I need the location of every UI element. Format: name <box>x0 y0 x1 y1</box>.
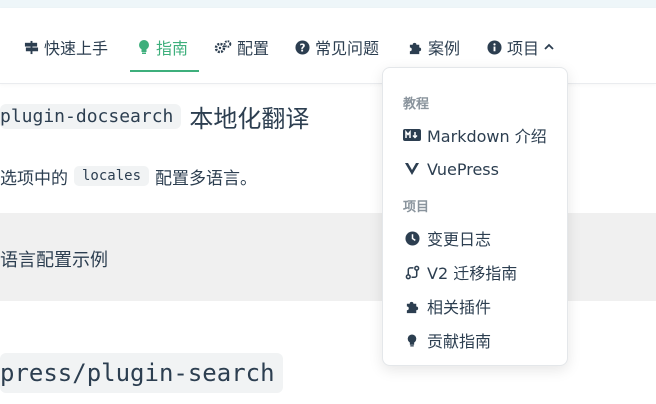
dropdown-item-changelog[interactable]: 变更日志 <box>403 227 491 249</box>
heading-text: 本地化翻译 <box>189 104 310 133</box>
nav-item-config[interactable]: 配置 <box>214 36 269 58</box>
nav-label: 案例 <box>428 39 461 58</box>
example-block-text: 语言配置示例 <box>0 250 108 271</box>
dropdown-item-label: 相关插件 <box>427 298 492 317</box>
section-heading-2: press/plugin-search <box>0 353 283 393</box>
dropdown-item-label: VuePress <box>427 159 499 179</box>
dropdown-item-vuepress[interactable]: VuePress <box>403 158 499 180</box>
nav-item-project[interactable]: 项目 <box>487 36 554 58</box>
nav-item-faq[interactable]: ? 常见问题 <box>295 36 379 58</box>
heading-code: plugin-docsearch <box>0 103 182 129</box>
dropdown-item-label: Markdown 介绍 <box>427 127 547 146</box>
inline-code: locales <box>74 166 150 186</box>
vue-icon <box>403 163 421 175</box>
nav-item-guide[interactable]: 指南 <box>137 36 188 58</box>
info-circle-icon <box>487 39 502 55</box>
paragraph: 选项中的 locales 配置多语言。 <box>0 162 257 190</box>
nav-label: 快速上手 <box>44 39 109 58</box>
puzzle-icon <box>408 40 423 55</box>
lightbulb-icon <box>403 333 421 348</box>
gears-icon <box>214 39 232 55</box>
paragraph-text-before: 选项中的 <box>0 168 68 189</box>
clock-icon <box>403 230 421 246</box>
svg-text:?: ? <box>300 42 306 54</box>
project-dropdown-menu: 教程 Markdown 介绍 VuePress 项目 变更日志 V2 迁移指南 … <box>382 67 568 366</box>
chevron-up-icon <box>544 43 554 51</box>
active-nav-underline <box>130 70 199 72</box>
paragraph-text-after: 配置多语言。 <box>155 168 258 189</box>
dropdown-group-title: 项目 <box>403 200 430 215</box>
dropdown-item-plugins[interactable]: 相关插件 <box>403 295 491 317</box>
nav-item-cases[interactable]: 案例 <box>408 36 460 58</box>
section-heading: plugin-docsearch 本地化翻译 <box>0 100 310 133</box>
nav-label: 常见问题 <box>315 39 380 58</box>
dropdown-item-label: 贡献指南 <box>427 332 492 351</box>
nav-label: 项目 <box>507 39 540 58</box>
markdown-icon <box>403 129 421 141</box>
dropdown-item-label: 变更日志 <box>427 230 492 249</box>
nav-label: 配置 <box>237 39 270 58</box>
dropdown-group-title: 教程 <box>403 97 430 112</box>
top-strip <box>0 0 656 8</box>
dropdown-item-migration[interactable]: V2 迁移指南 <box>403 261 517 283</box>
nav-label: 指南 <box>156 39 189 58</box>
signpost-icon <box>24 40 39 55</box>
git-compare-icon <box>403 265 421 280</box>
dropdown-item-contributing[interactable]: 贡献指南 <box>403 329 491 351</box>
lightbulb-icon <box>137 39 151 55</box>
dropdown-item-markdown[interactable]: Markdown 介绍 <box>403 124 547 146</box>
puzzle-icon <box>403 299 421 314</box>
question-circle-icon: ? <box>295 39 310 55</box>
nav-item-quick-start[interactable]: 快速上手 <box>24 36 108 58</box>
dropdown-item-label: V2 迁移指南 <box>427 264 518 283</box>
